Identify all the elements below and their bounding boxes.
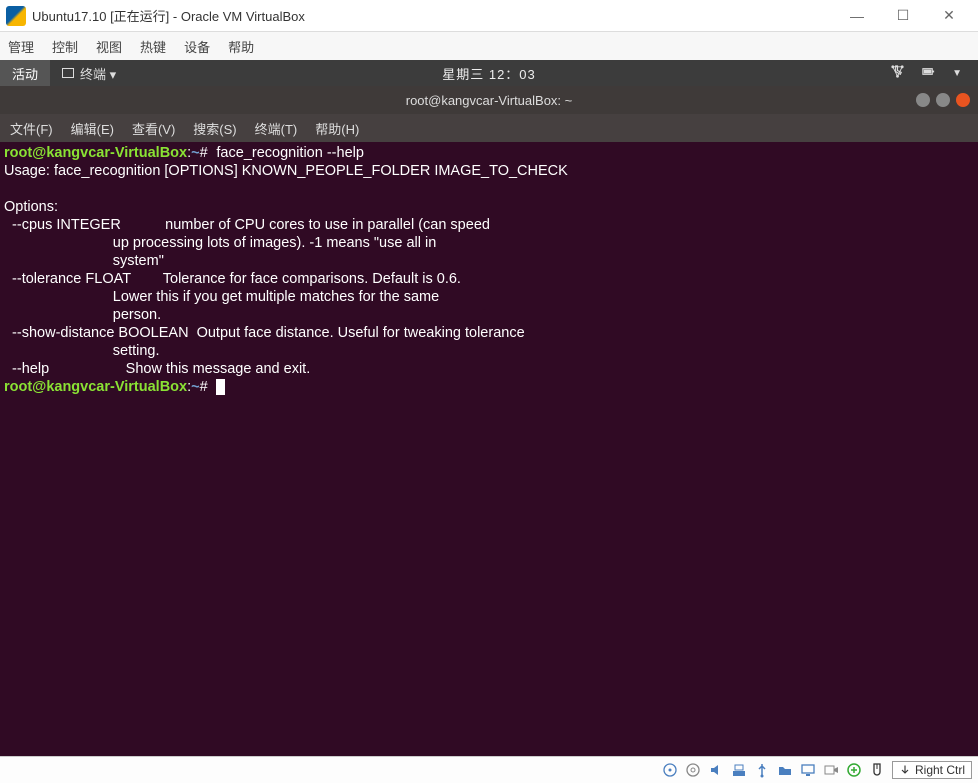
- menu-manage[interactable]: 管理: [8, 37, 34, 56]
- mouse-integration-icon[interactable]: [869, 762, 886, 779]
- shared-folder-icon[interactable]: [777, 762, 794, 779]
- output-line: system": [4, 253, 164, 269]
- window-title: Ubuntu17.10 [正在运行] - Oracle VM VirtualBo…: [32, 6, 834, 25]
- ubuntu-topbar: 活动 终端 ▾ 星期三 12：03 ▼: [0, 60, 978, 86]
- close-button[interactable]: ✕: [926, 0, 972, 32]
- prompt-path: ~: [191, 379, 199, 395]
- menu-control[interactable]: 控制: [52, 37, 78, 56]
- network-adapter-icon[interactable]: [731, 762, 748, 779]
- output-line: --show-distance BOOLEAN Output face dist…: [4, 325, 525, 341]
- display-icon[interactable]: [800, 762, 817, 779]
- clock[interactable]: 星期三 12：03: [442, 64, 536, 83]
- term-menu-terminal[interactable]: 终端(T): [255, 119, 298, 138]
- activities-button[interactable]: 活动: [0, 60, 50, 86]
- audio-icon[interactable]: [708, 762, 725, 779]
- host-key-label: Right Ctrl: [915, 763, 965, 777]
- terminal-app-label: 终端 ▾: [80, 64, 116, 83]
- term-maximize-button[interactable]: [936, 93, 950, 107]
- cursor: [216, 379, 225, 395]
- host-key-indicator[interactable]: Right Ctrl: [892, 761, 972, 779]
- battery-icon[interactable]: [921, 64, 936, 82]
- menu-help[interactable]: 帮助: [228, 37, 254, 56]
- usb-icon[interactable]: [754, 762, 771, 779]
- menu-hotkeys[interactable]: 热键: [140, 37, 166, 56]
- term-menu-view[interactable]: 查看(V): [132, 119, 175, 138]
- terminal-titlebar: root@kangvcar-VirtualBox: ~: [0, 86, 978, 114]
- chevron-down-icon[interactable]: ▼: [952, 68, 962, 79]
- output-line: Options:: [4, 199, 58, 215]
- virtualbox-titlebar: Ubuntu17.10 [正在运行] - Oracle VM VirtualBo…: [0, 0, 978, 32]
- terminal-output[interactable]: root@kangvcar-VirtualBox:~# face_recogni…: [0, 142, 978, 756]
- output-line: setting.: [4, 343, 160, 359]
- terminal-menubar: 文件(F) 编辑(E) 查看(V) 搜索(S) 终端(T) 帮助(H): [0, 114, 978, 142]
- command-1: face_recognition --help: [216, 145, 364, 161]
- terminal-app-indicator[interactable]: 终端 ▾: [62, 64, 116, 83]
- menu-devices[interactable]: 设备: [184, 37, 210, 56]
- prompt-path: ~: [191, 145, 199, 161]
- output-line: person.: [4, 307, 161, 323]
- network-icon[interactable]: [890, 64, 905, 82]
- term-menu-search[interactable]: 搜索(S): [193, 119, 236, 138]
- prompt-hash: #: [200, 145, 208, 161]
- terminal-icon: [62, 68, 74, 78]
- system-tray: ▼: [890, 64, 978, 82]
- output-line: Usage: face_recognition [OPTIONS] KNOWN_…: [4, 163, 568, 179]
- term-close-button[interactable]: [956, 93, 970, 107]
- maximize-button[interactable]: ☐: [880, 0, 926, 32]
- output-line: --help Show this message and exit.: [4, 361, 310, 377]
- output-line: Lower this if you get multiple matches f…: [4, 289, 439, 305]
- output-line: up processing lots of images). -1 means …: [4, 235, 436, 251]
- hdd-icon[interactable]: [662, 762, 679, 779]
- prompt-user: root@kangvcar-VirtualBox: [4, 379, 187, 395]
- output-line: --cpus INTEGER number of CPU cores to us…: [4, 217, 490, 233]
- term-menu-edit[interactable]: 编辑(E): [71, 119, 114, 138]
- optical-icon[interactable]: [685, 762, 702, 779]
- menu-view[interactable]: 视图: [96, 37, 122, 56]
- guest-additions-icon[interactable]: [846, 762, 863, 779]
- arrow-down-icon: [899, 764, 911, 776]
- term-menu-file[interactable]: 文件(F): [10, 119, 53, 138]
- output-line: --tolerance FLOAT Tolerance for face com…: [4, 271, 461, 287]
- virtualbox-logo-icon: [6, 6, 26, 26]
- virtualbox-statusbar: Right Ctrl: [0, 756, 978, 783]
- recording-icon[interactable]: [823, 762, 840, 779]
- virtualbox-menubar: 管理 控制 视图 热键 设备 帮助: [0, 32, 978, 60]
- prompt-user: root@kangvcar-VirtualBox: [4, 145, 187, 161]
- minimize-button[interactable]: —: [834, 0, 880, 32]
- term-menu-help[interactable]: 帮助(H): [315, 119, 359, 138]
- terminal-title: root@kangvcar-VirtualBox: ~: [406, 93, 573, 108]
- term-minimize-button[interactable]: [916, 93, 930, 107]
